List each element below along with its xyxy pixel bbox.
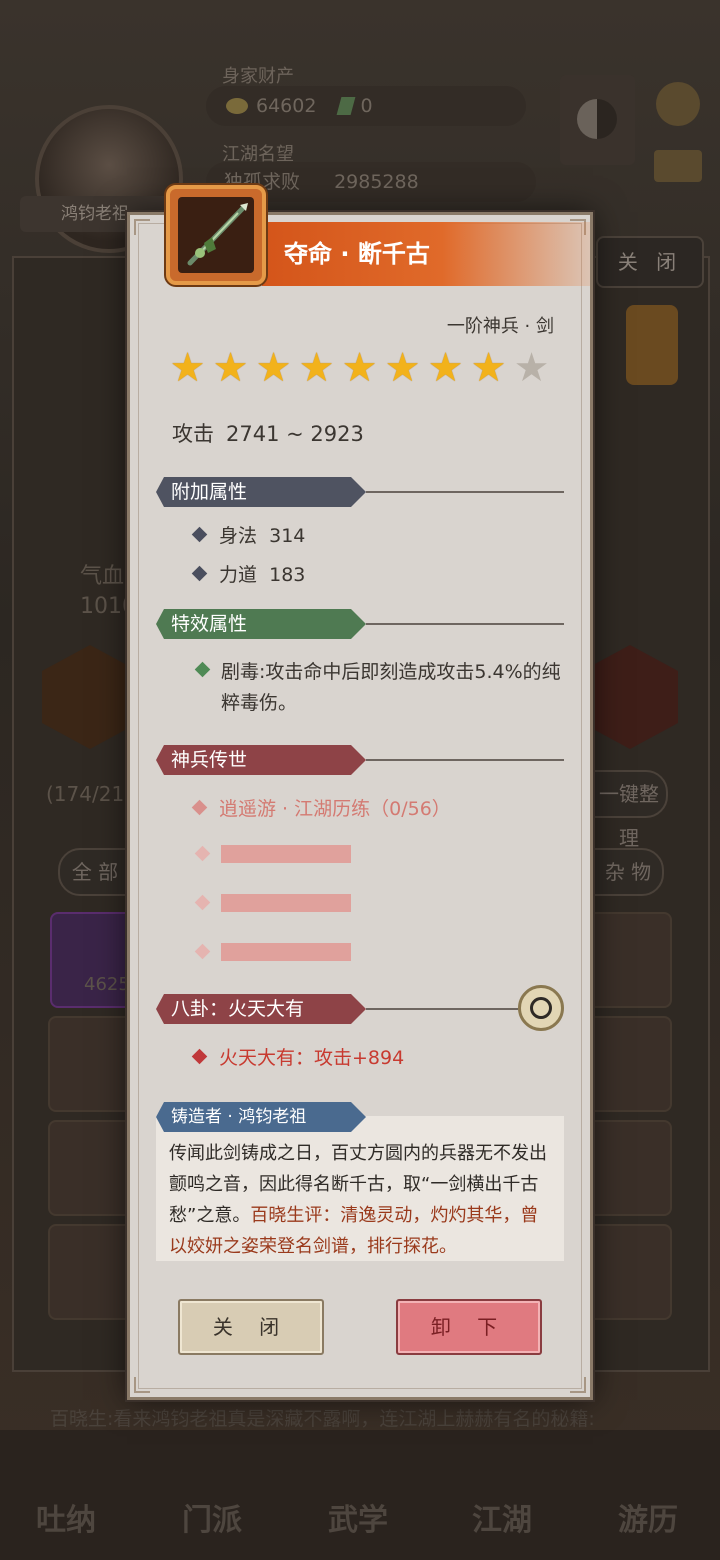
nav-travel[interactable]: 游历 bbox=[618, 1495, 678, 1539]
inventory-slot[interactable] bbox=[48, 1016, 138, 1112]
star-filled-icon: ★ bbox=[470, 345, 507, 391]
lore-text: 传闻此剑铸成之日，百丈方圆内的兵器无不发出颤鸣之音，因此得名断千古，取“一剑横出… bbox=[169, 1138, 553, 1262]
star-filled-icon: ★ bbox=[427, 345, 464, 391]
section-divider bbox=[366, 1008, 518, 1010]
corner-ornament bbox=[570, 1377, 586, 1393]
locked-legend-slot bbox=[221, 943, 351, 961]
attack-stat: 攻击 2741 ~ 2923 bbox=[172, 418, 364, 448]
star-filled-icon: ★ bbox=[341, 345, 378, 391]
bagua-effect: 火天大有：攻击+894 bbox=[191, 1043, 405, 1070]
locked-legend-slot bbox=[221, 845, 351, 863]
bagua-icon[interactable] bbox=[518, 985, 564, 1031]
diamond-icon bbox=[191, 1048, 208, 1065]
item-name: 夺命 · 断千古 bbox=[284, 240, 430, 268]
tab-all[interactable]: 全 部 bbox=[58, 848, 132, 896]
inventory-slot[interactable] bbox=[582, 912, 672, 1008]
star-filled-icon: ★ bbox=[212, 345, 249, 391]
attribute-name: 力道 bbox=[219, 564, 258, 586]
attack-label: 攻击 bbox=[172, 422, 214, 446]
section-title: 特效属性 bbox=[156, 609, 366, 639]
star-filled-icon: ★ bbox=[384, 345, 421, 391]
corner-ornament bbox=[134, 219, 150, 235]
close-button[interactable]: 关 闭 bbox=[178, 1299, 324, 1355]
legend-quest[interactable]: 逍遥游 · 江湖历练（0/56） bbox=[191, 794, 451, 821]
star-empty-icon: ★ bbox=[513, 345, 550, 391]
attribute-row: 力道 183 bbox=[191, 560, 306, 587]
section-title: 附加属性 bbox=[156, 477, 366, 507]
gold-value: 64602 bbox=[256, 95, 317, 117]
section-bagua: 八卦：火天大有 bbox=[156, 994, 564, 1024]
attribute-value: 183 bbox=[269, 564, 306, 586]
diamond-icon bbox=[191, 799, 208, 816]
news-marquee: 百晓生:看来鸿钧老祖真是深藏不露啊，连江湖上赫赫有名的秘籍: bbox=[50, 1408, 595, 1430]
inventory-slot[interactable] bbox=[48, 1224, 138, 1320]
yin-yang-icon[interactable] bbox=[560, 75, 635, 165]
slot-count: 4625 bbox=[84, 974, 130, 995]
forger-lore-box: 传闻此剑铸成之日，百丈方圆内的兵器无不发出颤鸣之音，因此得名断千古，取“一剑横出… bbox=[156, 1116, 564, 1261]
hp-label: 气血 bbox=[80, 564, 125, 589]
nav-tuna[interactable]: 吐纳 bbox=[36, 1495, 96, 1539]
gold-icon bbox=[226, 98, 248, 114]
section-legend: 神兵传世 bbox=[156, 745, 564, 775]
diamond-icon bbox=[191, 526, 208, 543]
wealth-label: 身家财产 bbox=[222, 66, 294, 87]
fame-value: 2985288 bbox=[334, 171, 419, 193]
star-filled-icon: ★ bbox=[298, 345, 335, 391]
tab-misc[interactable]: 杂 物 bbox=[592, 848, 664, 896]
section-special-effect: 特效属性 bbox=[156, 609, 564, 639]
attribute-value: 314 bbox=[269, 525, 306, 547]
legend-quest-text: 逍遥游 · 江湖历练（0/56） bbox=[219, 798, 451, 820]
sort-button[interactable]: 一键整理 bbox=[590, 770, 668, 850]
star-filled-icon: ★ bbox=[169, 345, 206, 391]
section-title: 八卦：火天大有 bbox=[156, 994, 366, 1024]
section-extra-attributes: 附加属性 bbox=[156, 477, 564, 507]
medal-icon[interactable] bbox=[626, 305, 678, 385]
attack-value: 2741 ~ 2923 bbox=[226, 422, 364, 446]
section-divider bbox=[366, 623, 564, 625]
section-divider bbox=[366, 759, 564, 761]
item-grade: 一阶神兵 · 剑 bbox=[446, 316, 554, 337]
inventory-slot[interactable] bbox=[582, 1120, 672, 1216]
special-effect-text: 剧毒:攻击命中后即刻造成攻击5.4%的纯粹毒伤。 bbox=[221, 661, 561, 714]
inventory-slot[interactable] bbox=[582, 1224, 672, 1320]
inventory-slot[interactable] bbox=[582, 1016, 672, 1112]
mail-icon[interactable] bbox=[654, 150, 702, 182]
attribute-row: 身法 314 bbox=[191, 521, 306, 548]
bagua-effect-text: 火天大有：攻击+894 bbox=[219, 1047, 405, 1069]
wealth-box: 64602 0 bbox=[206, 86, 526, 126]
star-filled-icon: ★ bbox=[255, 345, 292, 391]
jade-icon bbox=[336, 97, 355, 115]
nav-martial[interactable]: 武学 bbox=[328, 1495, 388, 1539]
inventory-slot[interactable] bbox=[48, 1120, 138, 1216]
section-title: 铸造者 · 鸿钧老祖 bbox=[156, 1102, 366, 1132]
unequip-button[interactable]: 卸 下 bbox=[396, 1299, 542, 1355]
gear-icon[interactable] bbox=[656, 82, 700, 126]
section-divider bbox=[366, 491, 564, 493]
corner-ornament bbox=[134, 1377, 150, 1393]
panel-close-button[interactable]: 关 闭 bbox=[596, 236, 704, 288]
section-forger: 铸造者 · 鸿钧老祖 bbox=[156, 1102, 564, 1132]
locked-legend-slot bbox=[221, 894, 351, 912]
bag-count: (174/216 bbox=[46, 782, 137, 806]
sword-icon-frame bbox=[178, 197, 254, 273]
section-title: 神兵传世 bbox=[156, 745, 366, 775]
jade-value: 0 bbox=[360, 95, 373, 117]
diamond-icon bbox=[191, 565, 208, 582]
nav-sect[interactable]: 门派 bbox=[182, 1495, 242, 1539]
nav-jianghu[interactable]: 江湖 bbox=[472, 1495, 532, 1539]
attribute-name: 身法 bbox=[219, 525, 258, 547]
star-rating: ★ ★ ★ ★ ★ ★ ★ ★ ★ bbox=[168, 348, 551, 394]
sword-icon bbox=[166, 185, 266, 285]
